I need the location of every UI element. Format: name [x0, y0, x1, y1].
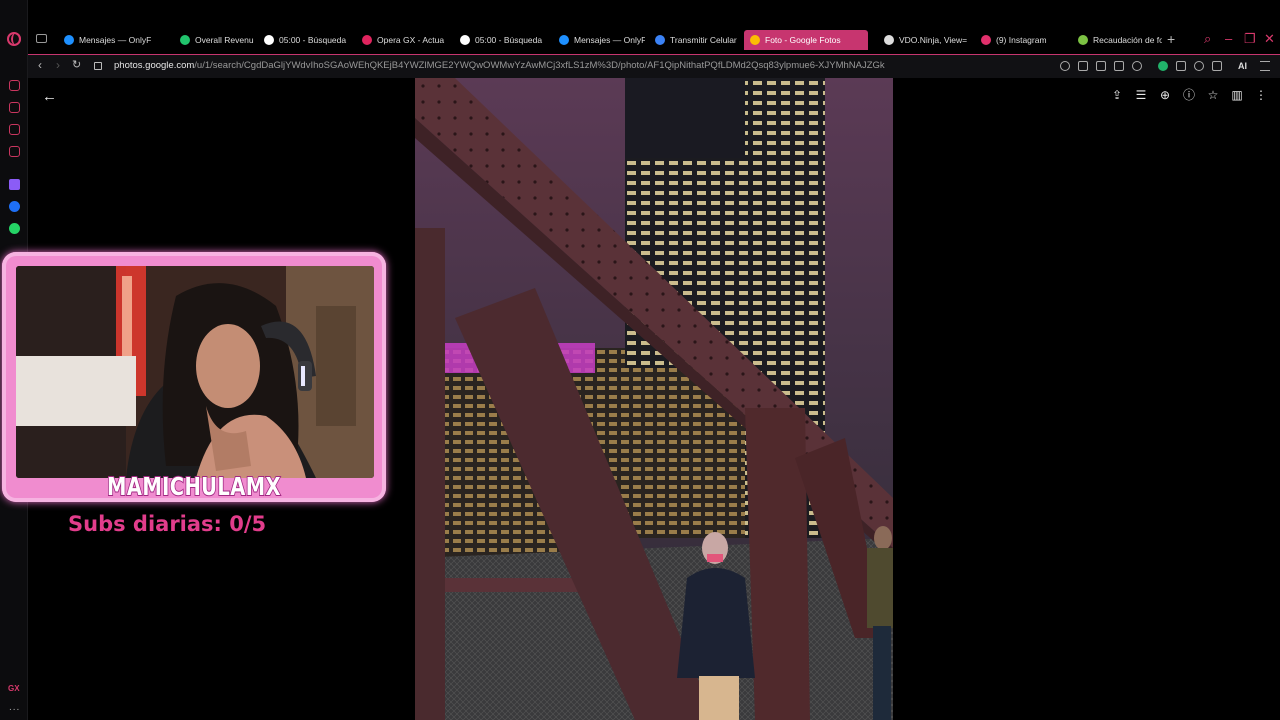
browser-tab[interactable]: 05:00 - Búsqueda	[454, 30, 548, 50]
webcam-image	[16, 266, 374, 478]
more-icon[interactable]: ⋮	[1254, 88, 1268, 102]
tab-favicon-icon	[180, 35, 190, 45]
browser-tab[interactable]: 05:00 - Búsqueda	[258, 30, 352, 50]
snapshot-icon[interactable]	[1096, 61, 1106, 71]
tab-label: Opera GX - Actua	[377, 35, 445, 45]
sidebar-speed-icon[interactable]	[9, 80, 20, 91]
tab-favicon-icon	[64, 35, 74, 45]
tab-label: 05:00 - Búsqueda	[279, 35, 347, 45]
info-icon[interactable]: ⓘ	[1182, 88, 1196, 102]
tab-label: 05:00 - Búsqueda	[475, 35, 543, 45]
heart-icon[interactable]	[1132, 61, 1142, 71]
bridge-photo[interactable]	[415, 78, 893, 720]
bridge-photo-image	[415, 78, 893, 720]
opera-logo-icon[interactable]	[7, 32, 21, 46]
forward-nav-icon[interactable]: ›	[56, 58, 60, 72]
new-tab-button[interactable]: +	[1167, 31, 1175, 47]
tab-label: Recaudación de fo	[1093, 35, 1162, 45]
subs-counter: Subs diarias: 0/5	[68, 512, 267, 536]
tab-favicon-icon	[1078, 35, 1088, 45]
zoom-out-icon[interactable]	[1060, 61, 1070, 71]
ai-button[interactable]: AI	[1238, 61, 1247, 71]
tab-bar: Mensajes — OnlyF Overall Revenue - 05:00 -…	[28, 0, 1280, 54]
gx-corner-label[interactable]: GX	[8, 684, 20, 693]
minimize-icon[interactable]: –	[1225, 31, 1232, 46]
delete-icon[interactable]: ▥	[1230, 88, 1244, 102]
streamer-name: MAMICHULAMX	[106, 471, 281, 502]
tab-sidebar-toggle-icon[interactable]	[36, 34, 47, 43]
browser-tab[interactable]: Transmitir Celular	[649, 30, 739, 50]
webcam-video	[16, 266, 374, 478]
sidebar-music-icon[interactable]	[9, 146, 20, 157]
tab-favicon-icon	[884, 35, 894, 45]
extension-green-icon[interactable]	[1158, 61, 1168, 71]
address-bar: ‹ › ↻ photos.google.com/u/1/search/CgdDa…	[28, 54, 1280, 78]
extensions-icon[interactable]	[1176, 61, 1186, 71]
twitch-icon[interactable]	[9, 179, 20, 190]
tab-label: Mensajes — OnlyF	[574, 35, 645, 45]
share-icon[interactable]: ⇪	[1110, 88, 1124, 102]
url-host: photos.google.com	[114, 60, 195, 71]
whatsapp-icon[interactable]	[9, 223, 20, 234]
tab-favicon-icon	[750, 35, 760, 45]
webcam-frame: MAMICHULAMX	[2, 252, 386, 502]
zoom-icon[interactable]: ⊕	[1158, 88, 1172, 102]
search-tabs-icon[interactable]: ⌕	[1204, 31, 1211, 47]
sidebar-more-icon[interactable]: ...	[9, 702, 20, 713]
tab-favicon-icon	[981, 35, 991, 45]
maximize-icon[interactable]: ❐	[1244, 31, 1256, 47]
send-icon[interactable]	[1114, 61, 1124, 71]
tab-label: Mensajes — OnlyF	[79, 35, 152, 45]
tab-favicon-icon	[362, 35, 372, 45]
sidebar-game-icon[interactable]	[9, 124, 20, 135]
reload-icon[interactable]: ↻	[72, 58, 81, 71]
lock-icon	[94, 62, 102, 70]
tab-label: VDO.Ninja, View=	[899, 35, 968, 45]
messenger-icon[interactable]	[9, 201, 20, 212]
tab-favicon-icon	[655, 35, 665, 45]
tab-label: Transmitir Celular	[670, 35, 737, 45]
browser-tab[interactable]: (9) Instagram	[975, 30, 1063, 50]
url-path: /u/1/search/CgdDaGljYWdvIhoSGAoWEhQKEjB4…	[194, 60, 885, 71]
browser-tab[interactable]: Mensajes — OnlyF	[553, 30, 645, 50]
tab-label: Overall Revenue -	[195, 35, 254, 45]
tab-label: Foto - Google Fotos	[765, 35, 841, 45]
browser-tab[interactable]: Mensajes — OnlyF	[58, 30, 170, 50]
viewer-toolbar: ⇪ ☰ ⊕ ⓘ ☆ ▥ ⋮	[1110, 88, 1268, 102]
close-window-icon[interactable]: ✕	[1264, 31, 1275, 47]
tab-favicon-icon	[460, 35, 470, 45]
pin-icon[interactable]	[1078, 61, 1088, 71]
browser-tab[interactable]: Foto - Google Fotos	[744, 30, 868, 50]
browser-tab[interactable]: Recaudación de fo	[1072, 30, 1162, 50]
tab-label: (9) Instagram	[996, 35, 1047, 45]
back-nav-icon[interactable]: ‹	[38, 58, 42, 72]
tune-icon[interactable]: ☰	[1134, 88, 1148, 102]
star-icon[interactable]: ☆	[1206, 88, 1220, 102]
browser-tab[interactable]: Opera GX - Actua	[356, 30, 448, 50]
url-field[interactable]: photos.google.com/u/1/search/CgdDaGljYWd…	[114, 60, 885, 71]
browser-tab[interactable]: VDO.Ninja, View=	[878, 30, 970, 50]
browser-tab[interactable]: Overall Revenue -	[174, 30, 254, 50]
tab-favicon-icon	[264, 35, 274, 45]
back-arrow-icon[interactable]: ←	[42, 88, 57, 105]
tab-favicon-icon	[559, 35, 569, 45]
profile-icon[interactable]	[1194, 61, 1204, 71]
download-icon[interactable]	[1212, 61, 1222, 71]
menu-icon[interactable]	[1260, 61, 1270, 71]
sidebar-shop-icon[interactable]	[9, 102, 20, 113]
